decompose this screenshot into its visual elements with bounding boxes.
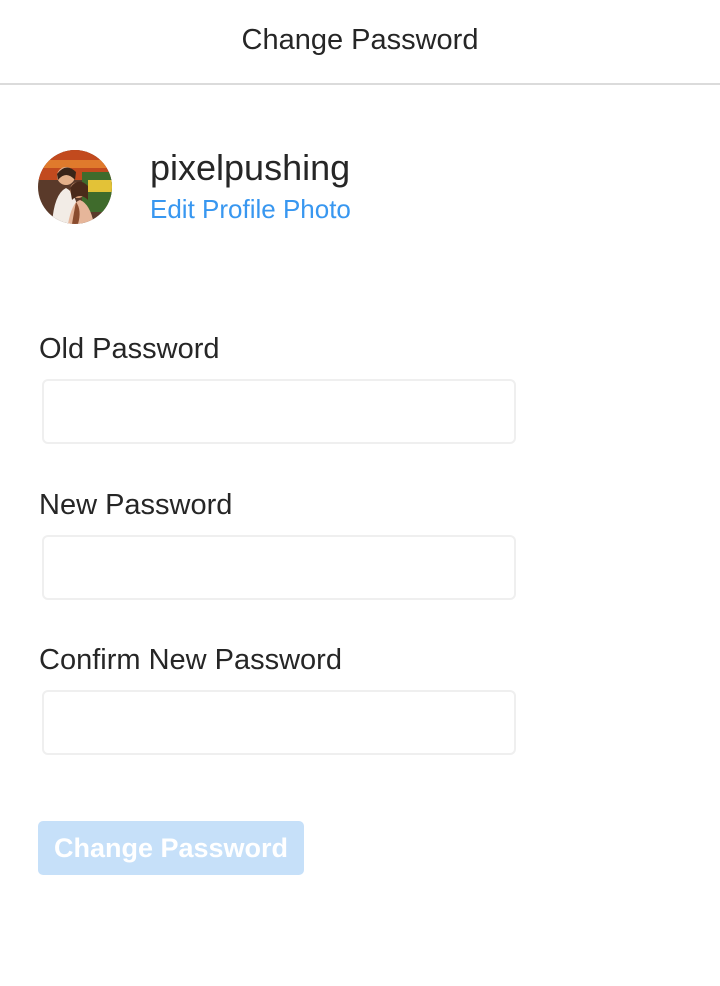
- username: pixelpushing: [150, 147, 351, 188]
- edit-profile-photo-link[interactable]: Edit Profile Photo: [150, 193, 351, 225]
- old-password-input[interactable]: [42, 379, 516, 444]
- profile-text: pixelpushing Edit Profile Photo: [150, 147, 351, 225]
- new-password-input[interactable]: [42, 535, 516, 600]
- page-title: Change Password: [241, 24, 479, 56]
- profile-section: pixelpushing Edit Profile Photo: [38, 147, 351, 225]
- confirm-new-password-input[interactable]: [42, 690, 516, 755]
- confirm-new-password-label: Confirm New Password: [39, 644, 342, 676]
- change-password-page: Change Password pixelpushing Edit Profil…: [0, 0, 720, 986]
- avatar[interactable]: [38, 150, 112, 224]
- new-password-label: New Password: [39, 489, 233, 521]
- top-bar: Change Password: [0, 0, 720, 85]
- change-password-button[interactable]: Change Password: [38, 821, 304, 875]
- profile-photo-icon: [38, 150, 112, 224]
- old-password-label: Old Password: [39, 333, 220, 365]
